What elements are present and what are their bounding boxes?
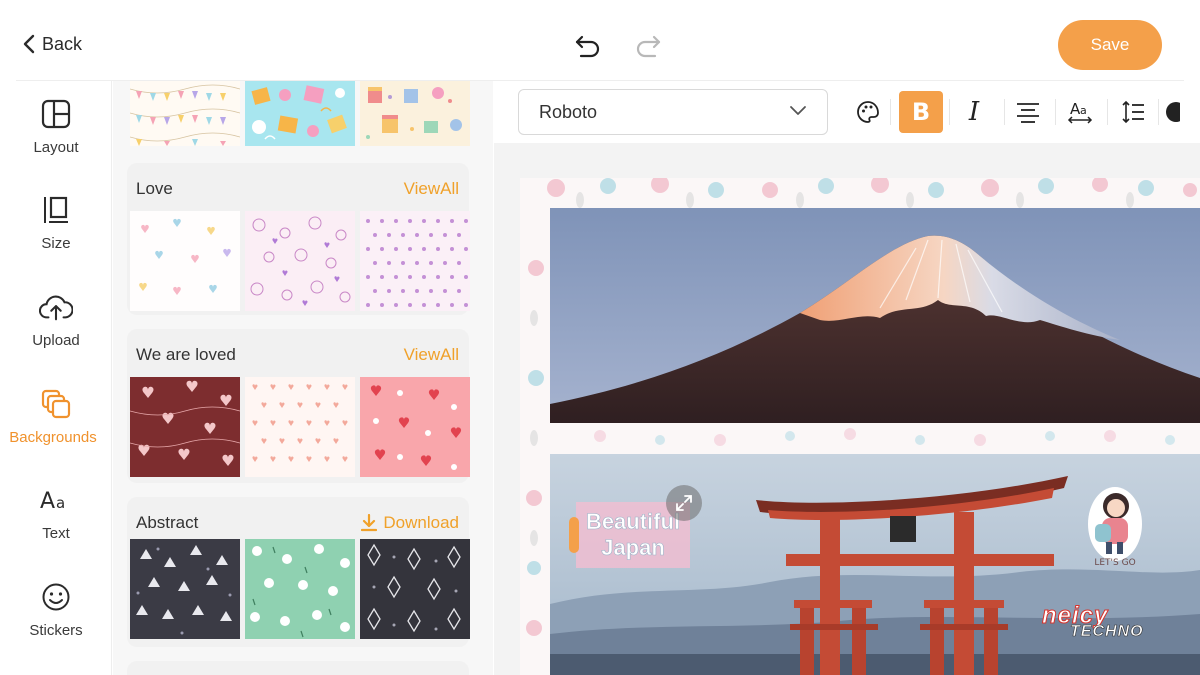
rail-label-upload: Upload <box>32 332 80 349</box>
save-button[interactable]: Save <box>1058 20 1162 70</box>
italic-label: I <box>968 97 980 127</box>
bold-label: B <box>911 98 931 126</box>
redo-icon <box>636 35 661 58</box>
svg-text:a: a <box>56 494 65 512</box>
top-bar: Back Save <box>0 0 1200 80</box>
editor-area: Roboto B I Aa Beautiful Japan LET'S GO n… <box>494 81 1200 675</box>
rail-label-backgrounds: Backgrounds <box>9 429 97 446</box>
download-label: Download <box>383 513 459 532</box>
rail-item-size[interactable]: Size <box>0 193 112 273</box>
text-layer-line: Japan <box>601 535 665 561</box>
neicy-techno-watermark: neicy TECHNO <box>1036 603 1176 644</box>
toolbar-divider <box>1004 99 1005 125</box>
text-icon: Aa <box>39 483 73 517</box>
background-thumb[interactable] <box>360 539 470 639</box>
sticker-caption: LET'S GO <box>1094 558 1136 568</box>
section-title: Abstract <box>136 513 199 532</box>
text-resize-handle[interactable] <box>569 517 579 553</box>
rail-label-layout: Layout <box>33 139 79 156</box>
svg-text:a: a <box>1080 104 1087 117</box>
view-all-link[interactable]: ViewAll <box>404 179 459 199</box>
background-thumb[interactable] <box>245 211 355 311</box>
rail-item-backgrounds[interactable]: Backgrounds <box>0 387 112 467</box>
italic-button[interactable]: I <box>952 91 996 133</box>
background-thumb[interactable] <box>130 81 240 146</box>
line-height-icon <box>1122 100 1144 124</box>
line-height-button[interactable] <box>1111 91 1155 133</box>
mount-fuji-photo[interactable] <box>550 208 1200 423</box>
undo-icon <box>575 35 600 58</box>
background-thumb[interactable] <box>130 377 240 477</box>
upload-cloud-icon <box>39 290 73 324</box>
redo-button[interactable] <box>632 30 664 62</box>
watermark-line-2: TECHNO <box>1070 623 1144 641</box>
section-title: We are loved <box>136 345 236 364</box>
toolbar-divider <box>949 99 950 125</box>
sticker-girl-backpack[interactable]: LET'S GO <box>1086 486 1144 576</box>
opacity-button[interactable] <box>1164 91 1200 133</box>
back-label: Back <box>42 33 83 54</box>
section-next-partial <box>127 661 469 675</box>
photo-collage-editor: Back Save Layout Size Upload Backgrounds… <box>0 0 1200 675</box>
expand-icon <box>676 495 692 511</box>
align-button[interactable] <box>1006 91 1050 133</box>
section-love: Love ViewAll <box>127 163 470 315</box>
background-thumb[interactable] <box>245 377 355 477</box>
letter-spacing-icon: Aa <box>1067 100 1093 124</box>
girl-sticker-icon <box>1088 487 1142 561</box>
layout-icon <box>39 97 73 131</box>
svg-text:A: A <box>40 489 55 514</box>
undo-button[interactable] <box>572 30 604 62</box>
tool-rail: Layout Size Upload Backgrounds Aa Text S… <box>0 81 112 675</box>
font-family-value: Roboto <box>539 101 598 122</box>
letter-spacing-button[interactable]: Aa <box>1058 91 1102 133</box>
text-color-button[interactable] <box>846 91 890 133</box>
toolbar-divider <box>1158 99 1159 125</box>
section-we-are-loved: We are loved ViewAll <box>127 329 470 483</box>
download-icon <box>361 514 378 532</box>
collage-canvas[interactable]: Beautiful Japan LET'S GO neicy TECHNO <box>520 178 1200 675</box>
rail-item-stickers[interactable]: Stickers <box>0 580 112 660</box>
background-thumb[interactable] <box>130 539 240 639</box>
smiley-icon <box>39 580 73 614</box>
bold-button[interactable]: B <box>899 91 943 133</box>
chevron-left-icon <box>23 34 35 54</box>
background-thumb[interactable] <box>360 377 470 477</box>
backgrounds-icon <box>39 387 73 421</box>
section-abstract: Abstract Download <box>127 497 470 647</box>
background-thumb[interactable] <box>360 211 470 311</box>
align-center-icon <box>1017 103 1039 123</box>
toolbar-divider <box>890 99 891 125</box>
size-icon <box>39 193 73 227</box>
expand-photo-button[interactable] <box>666 485 702 521</box>
chevron-down-icon <box>790 106 806 115</box>
text-layer-line: Beautiful <box>585 509 681 535</box>
back-button[interactable]: Back <box>22 28 82 60</box>
toolbar-divider <box>1055 99 1056 125</box>
palette-icon <box>857 101 879 123</box>
rail-item-layout[interactable]: Layout <box>0 97 112 177</box>
background-thumb[interactable] <box>130 211 240 311</box>
rail-label-stickers: Stickers <box>29 622 83 639</box>
backgrounds-panel: Love ViewAll We are loved ViewAll Abstra… <box>113 81 493 675</box>
rail-item-upload[interactable]: Upload <box>0 290 112 370</box>
background-thumb[interactable] <box>245 539 355 639</box>
view-all-link[interactable]: ViewAll <box>404 345 459 365</box>
section-party <box>127 81 470 146</box>
rail-item-text[interactable]: Aa Text <box>0 483 112 563</box>
rail-label-text: Text <box>42 525 70 542</box>
font-family-select[interactable]: Roboto <box>518 89 828 135</box>
opacity-icon <box>1166 102 1180 122</box>
toolbar-divider <box>1107 99 1108 125</box>
background-thumb[interactable] <box>245 81 355 146</box>
rail-label-size: Size <box>41 235 71 252</box>
background-thumb[interactable] <box>360 81 470 146</box>
text-toolbar: Roboto B I Aa <box>494 81 1200 143</box>
section-title: Love <box>136 179 173 198</box>
download-link[interactable]: Download <box>361 513 459 533</box>
